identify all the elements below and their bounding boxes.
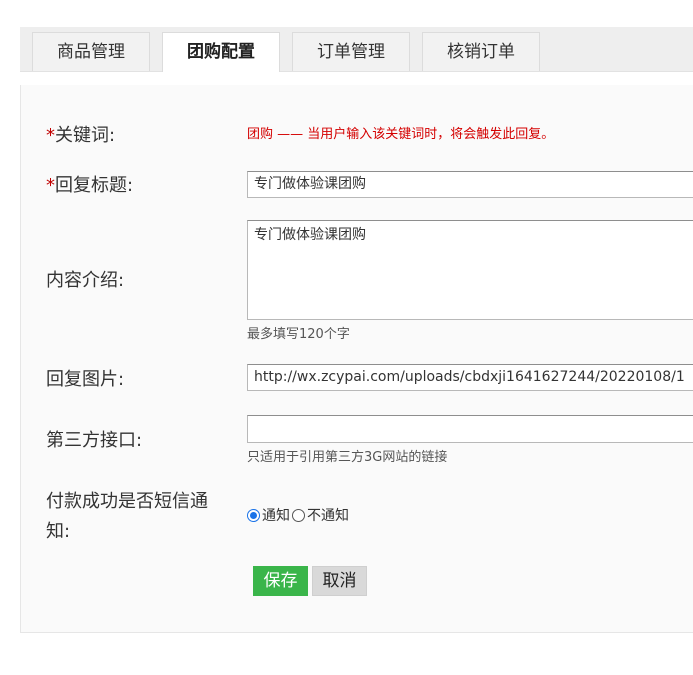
keyword-label: *关键词: — [46, 125, 116, 146]
notify-radio[interactable] — [247, 508, 260, 522]
no-notify-radio-label[interactable]: 不通知 — [307, 505, 349, 525]
config-form-panel: *关键词: 团购 —— 当用户输入该关键词时，将会触发此回复。 *回复标题: 专… — [20, 85, 693, 633]
cancel-button[interactable]: 取消 — [312, 566, 367, 596]
required-mark: * — [46, 175, 55, 196]
tab-bar: 商品管理 团购配置 订单管理 核销订单 — [20, 27, 693, 72]
save-button[interactable]: 保存 — [253, 566, 308, 596]
tab-verify-orders[interactable]: 核销订单 — [422, 32, 540, 71]
notify-radio-label[interactable]: 通知 — [262, 505, 290, 525]
reply-image-input[interactable]: http://wx.zcypai.com/uploads/cbdxji16416… — [247, 364, 693, 391]
third-party-input[interactable] — [247, 415, 693, 443]
keyword-hint: 团购 —— 当用户输入该关键词时，将会触发此回复。 — [247, 127, 555, 142]
reply-image-label: 回复图片: — [46, 369, 125, 390]
no-notify-radio[interactable] — [292, 508, 305, 522]
tab-order-management[interactable]: 订单管理 — [292, 32, 410, 71]
tab-group-buy-config[interactable]: 团购配置 — [162, 32, 280, 72]
sms-notify-options: 通知 不通知 — [247, 505, 349, 525]
content-intro-textarea[interactable]: 专门做体验课团购 — [247, 220, 693, 320]
third-party-help: 只适用于引用第三方3G网站的链接 — [247, 450, 448, 465]
reply-title-label: *回复标题: — [46, 175, 134, 196]
reply-title-input[interactable]: 专门做体验课团购 — [247, 171, 693, 198]
sms-notify-label: 付款成功是否短信通 知: — [46, 491, 208, 542]
required-mark: * — [46, 125, 55, 146]
third-party-label: 第三方接口: — [46, 430, 143, 451]
content-intro-help: 最多填写120个字 — [247, 327, 350, 342]
tab-product-management[interactable]: 商品管理 — [32, 32, 150, 71]
content-intro-label: 内容介绍: — [46, 270, 125, 291]
